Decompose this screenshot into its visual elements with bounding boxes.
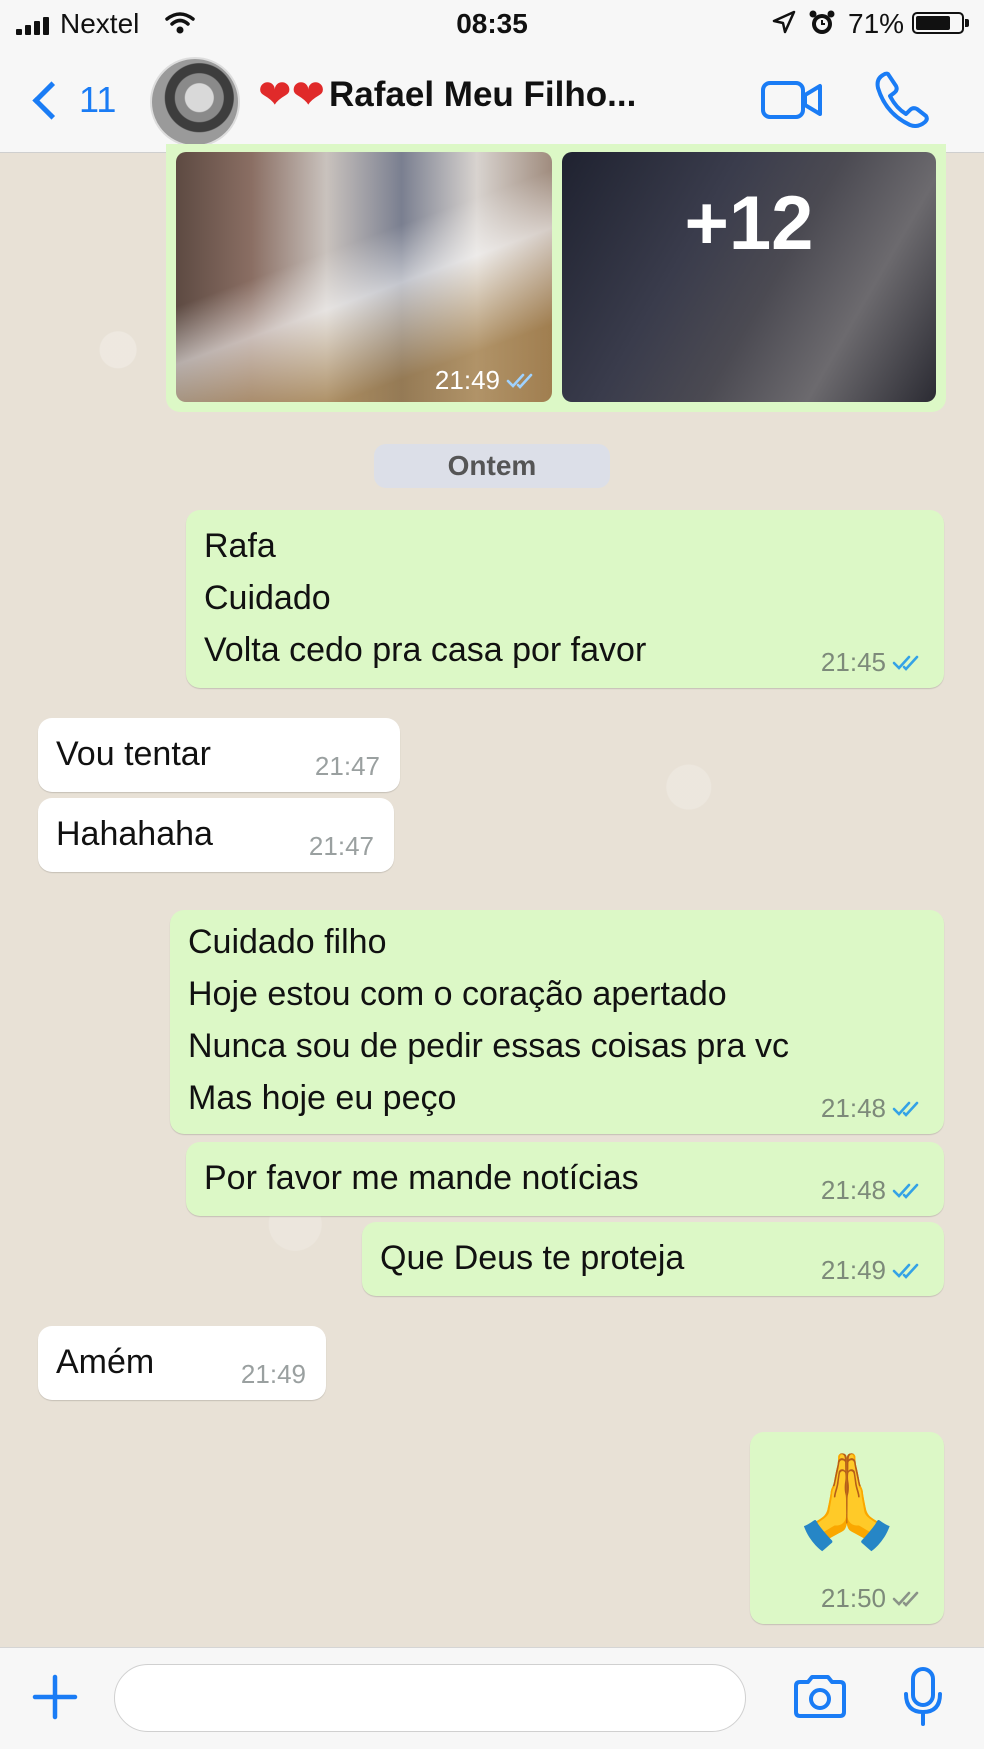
alarm-icon <box>808 9 836 44</box>
message-meta: 21:49 <box>435 365 538 396</box>
incoming-message[interactable]: Hahahaha 21:47 <box>38 798 394 872</box>
message-line: Nunca sou de pedir essas coisas pra vc <box>188 1027 789 1065</box>
photo-thumbnail[interactable]: 21:49 <box>176 152 552 402</box>
attach-button[interactable] <box>30 1672 80 1722</box>
contact-avatar[interactable] <box>150 57 240 147</box>
message-meta: 21:50 <box>821 1583 924 1614</box>
back-button[interactable]: 11 <box>28 72 116 128</box>
camera-icon <box>794 1675 846 1718</box>
message-line: Rafa <box>204 527 276 565</box>
location-icon <box>772 10 796 43</box>
message-input[interactable] <box>114 1664 746 1732</box>
date-separator: Ontem <box>374 444 610 488</box>
incoming-message[interactable]: Amém 21:49 <box>38 1326 326 1400</box>
message-time: 21:49 <box>240 1359 306 1389</box>
message-line: Cuidado <box>204 579 331 617</box>
message-time: 21:47 <box>314 751 380 781</box>
message-line: Por favor me mande notícias <box>204 1159 639 1197</box>
message-meta: 21:47 <box>315 751 380 782</box>
message-time: 21:48 <box>820 1175 886 1205</box>
video-call-icon[interactable] <box>760 80 824 125</box>
praying-hands-emoji: 🙏 <box>789 1450 905 1552</box>
message-time: 21:48 <box>820 1093 886 1123</box>
contact-name: Rafael Meu Filho... <box>329 75 637 114</box>
microphone-button[interactable] <box>902 1666 944 1733</box>
status-bar: Nextel 08:35 71% <box>0 0 984 50</box>
outgoing-message[interactable]: Que Deus te proteja 21:49 <box>362 1222 944 1296</box>
incoming-message[interactable]: Vou tentar 21:47 <box>38 718 400 792</box>
message-line: Cuidado filho <box>188 923 387 961</box>
message-meta: 21:48 <box>821 1093 924 1124</box>
battery-icon <box>912 12 969 34</box>
chevron-left-icon <box>32 80 71 120</box>
unread-count: 11 <box>79 79 117 120</box>
message-time: 21:45 <box>820 647 886 677</box>
message-line: Volta cedo pra casa por favor <box>204 631 647 669</box>
camera-button[interactable] <box>792 1674 848 1725</box>
outgoing-message[interactable]: Rafa Cuidado Volta cedo pra casa por fav… <box>186 510 944 688</box>
message-time: 21:47 <box>308 831 374 861</box>
message-time: 21:50 <box>820 1583 886 1613</box>
voice-call-icon[interactable] <box>874 70 930 133</box>
read-receipt-icon <box>892 1263 919 1279</box>
clock: 08:35 <box>456 8 528 39</box>
message-time: 21:49 <box>820 1255 886 1285</box>
read-receipt-icon <box>892 1183 919 1199</box>
hearts-emoji: ❤❤ <box>258 73 326 117</box>
message-meta: 21:45 <box>821 647 924 678</box>
read-receipt-icon <box>892 1101 919 1117</box>
more-photos-count: +12 <box>684 181 814 266</box>
read-receipt-icon <box>892 655 919 671</box>
media-message: 21:49 +12 <box>166 144 946 412</box>
message-meta: 21:47 <box>309 831 374 862</box>
message-time: 21:49 <box>434 365 500 395</box>
message-meta: 21:49 <box>821 1255 924 1286</box>
chat-screen: Nextel 08:35 71% 11 ❤❤ Rafael Meu Filho.… <box>0 0 984 1749</box>
outgoing-message[interactable]: 🙏 21:50 <box>750 1432 944 1624</box>
microphone-icon <box>904 1667 942 1726</box>
message-composer <box>0 1647 984 1749</box>
plus-icon <box>32 1674 78 1720</box>
contact-title[interactable]: ❤❤ Rafael Meu Filho... <box>258 75 636 115</box>
chat-header: 11 ❤❤ Rafael Meu Filho... <box>0 50 984 153</box>
read-receipt-icon <box>506 373 533 389</box>
message-line: Hoje estou com o coração apertado <box>188 975 727 1013</box>
more-photos-thumbnail[interactable]: +12 <box>562 152 936 402</box>
message-line: Mas hoje eu peço <box>188 1079 457 1117</box>
message-meta: 21:48 <box>821 1175 924 1206</box>
outgoing-message[interactable]: Por favor me mande notícias 21:48 <box>186 1142 944 1216</box>
outgoing-message[interactable]: Cuidado filho Hoje estou com o coração a… <box>170 910 944 1134</box>
battery-percentage: 71% <box>848 8 905 39</box>
message-meta: 21:49 <box>241 1359 306 1390</box>
delivered-receipt-icon <box>892 1591 919 1607</box>
